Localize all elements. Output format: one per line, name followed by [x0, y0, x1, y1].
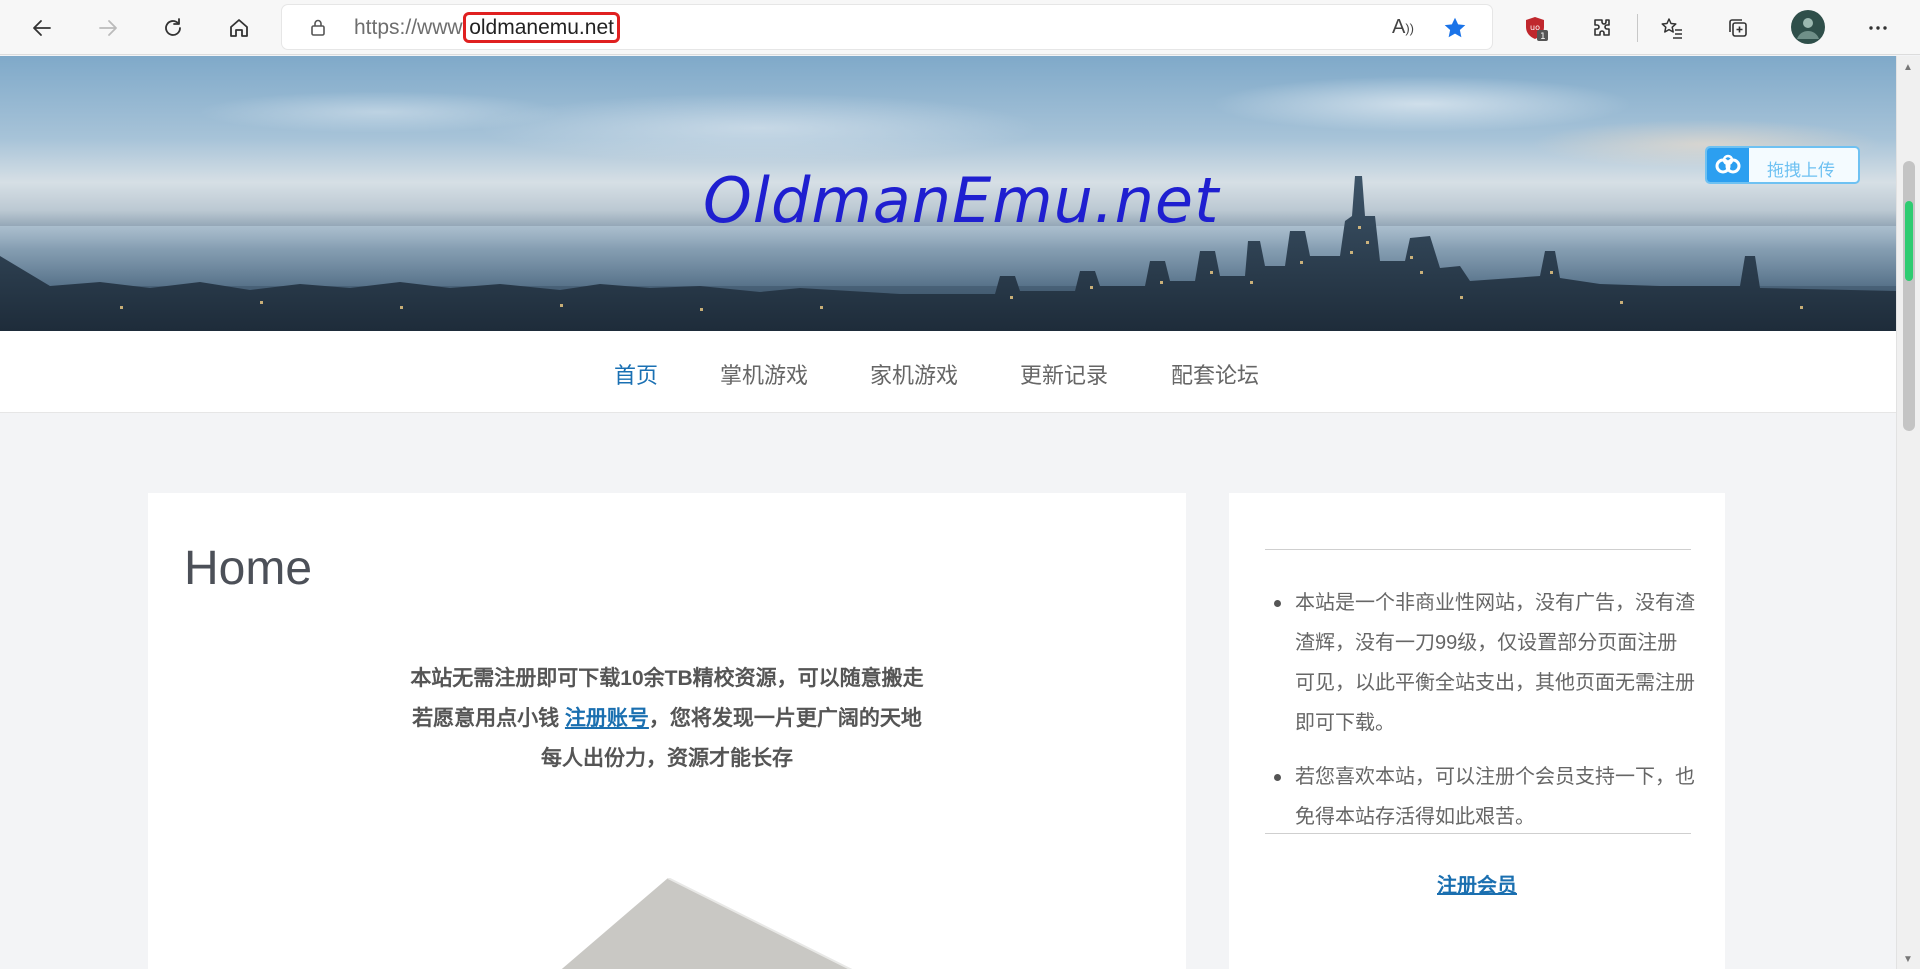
profile-avatar [1791, 10, 1825, 44]
banner-title: OldmanEmu.net [703, 164, 1220, 237]
ublock-extension-button[interactable]: uo 1 [1518, 10, 1554, 46]
more-icon [1869, 26, 1887, 30]
scroll-indicator [1905, 201, 1913, 281]
list-item: 本站是一个非商业性网站，没有广告，没有渣渣辉，没有一刀99级，仅设置部分页面注册… [1265, 583, 1695, 743]
scroll-down-arrow[interactable]: ▼ [1903, 954, 1913, 965]
sidebar-rule-bottom [1265, 833, 1691, 834]
extension-badge-count: 1 [1540, 32, 1546, 41]
baidu-cloud-icon [1707, 148, 1749, 182]
lock-icon[interactable] [308, 17, 328, 37]
forward-icon [99, 20, 117, 36]
refresh-icon [165, 18, 181, 36]
profile-button[interactable] [1790, 9, 1826, 45]
home-button[interactable] [221, 10, 257, 46]
favorites-icon [1661, 18, 1682, 39]
read-aloud-icon[interactable]: A)) [1392, 16, 1414, 39]
page-viewport: OldmanEmu.net 拖拽上传 首页 掌机游戏 家机游戏 更新记录 配套论… [0, 56, 1896, 969]
favorites-button[interactable] [1654, 10, 1690, 46]
intro-text: 本站无需注册即可下载10余TB精校资源，可以随意搬走 若愿意用点小钱 注册账号，… [148, 659, 1186, 779]
nav-item-forum[interactable]: 配套论坛 [1171, 358, 1259, 390]
ublock-icon: uo1 [1526, 17, 1548, 41]
url-text[interactable]: https://www.oldmanemu.net [354, 12, 620, 43]
nav-item-handheld-games[interactable]: 掌机游戏 [720, 358, 808, 390]
drag-upload-button[interactable]: 拖拽上传 [1705, 146, 1860, 184]
nav-item-home[interactable]: 首页 [614, 358, 658, 390]
drag-upload-label: 拖拽上传 [1767, 161, 1835, 180]
nav-item-console-games[interactable]: 家机游戏 [870, 358, 958, 390]
nav-item-changelog[interactable]: 更新记录 [1020, 358, 1108, 390]
address-bar[interactable]: https://www.oldmanemu.net A)) [282, 5, 1492, 49]
scroll-up-arrow[interactable]: ▲ [1903, 62, 1913, 73]
sidebar-rule-top [1265, 549, 1691, 550]
sidebar-list: 本站是一个非商业性网站，没有广告，没有渣渣辉，没有一刀99级，仅设置部分页面注册… [1265, 583, 1695, 851]
main-nav: 首页 掌机游戏 家机游戏 更新记录 配套论坛 [0, 331, 1896, 413]
extensions-icon [1594, 19, 1610, 36]
site-banner: OldmanEmu.net 拖拽上传 [0, 56, 1896, 331]
page-scrollbar[interactable]: ▲ ▼ [1896, 56, 1920, 969]
extensions-button[interactable] [1584, 10, 1620, 46]
intro-line-1: 本站无需注册即可下载10余TB精校资源，可以随意搬走 [410, 667, 924, 690]
favorite-star-icon[interactable] [1442, 15, 1468, 41]
refresh-button[interactable] [155, 10, 191, 46]
collections-button[interactable] [1720, 10, 1756, 46]
collections-icon [1729, 19, 1747, 37]
sidebar-card: 本站是一个非商业性网站，没有广告，没有渣渣辉，没有一刀99级，仅设置部分页面注册… [1229, 493, 1725, 969]
page-title: Home [184, 542, 313, 595]
toolbar-separator [1637, 14, 1638, 42]
register-account-link[interactable]: 注册账号 [565, 707, 649, 730]
more-button[interactable] [1860, 10, 1896, 46]
register-member-link[interactable]: 注册会员 [1229, 869, 1725, 898]
list-item: 若您喜欢本站，可以注册个会员支持一下，也免得本站存活得如此艰苦。 [1265, 757, 1695, 837]
browser-toolbar: https://www.oldmanemu.net A)) uo 1 [0, 0, 1920, 55]
device-image [561, 878, 853, 969]
intro-line-3: 每人出份力，资源才能长存 [541, 747, 793, 770]
intro-line-2: 若愿意用点小钱 注册账号，您将发现一片更广阔的天地 [412, 707, 922, 730]
home-icon [230, 19, 248, 37]
forward-button[interactable] [90, 10, 126, 46]
main-content-card: Home 本站无需注册即可下载10余TB精校资源，可以随意搬走 若愿意用点小钱 … [148, 493, 1186, 969]
back-button[interactable] [24, 10, 60, 46]
back-icon [33, 20, 51, 36]
url-highlight-box: oldmanemu.net [463, 12, 620, 43]
